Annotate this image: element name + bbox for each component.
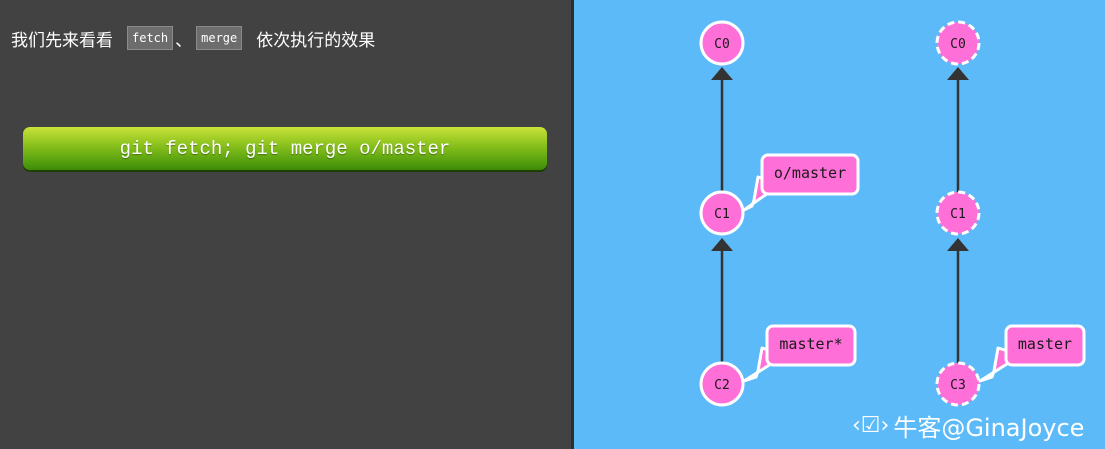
commit-graph: C0 C1 C2 o/master master* C0 C1 C3 maste… (699, 20, 1086, 407)
graph-after: C0 C1 C3 master (935, 20, 1086, 407)
branch-o-master[interactable]: o/master (742, 153, 860, 212)
branch-label: o/master (774, 164, 846, 182)
branch-label: master* (779, 335, 842, 353)
arrowhead-icon (711, 238, 733, 251)
commit-label: C0 (950, 37, 966, 52)
commit-label: C1 (714, 207, 730, 222)
branch-label: master (1018, 335, 1072, 353)
branch-master-head[interactable]: master* (742, 324, 857, 383)
watermark-text: 牛客@GinaJoyce (893, 413, 1085, 442)
arrowhead-icon (711, 67, 733, 80)
commit-c2[interactable]: C2 (699, 361, 745, 407)
commit-label: C1 (950, 207, 966, 222)
niuke-logo-icon: ‹☑› (852, 412, 890, 438)
watermark: ‹☑› 牛客@GinaJoyce (852, 408, 1084, 442)
graph-before: C0 C1 C2 o/master master* (699, 20, 860, 407)
arrowhead-icon (947, 238, 969, 251)
commit-c0-preview[interactable]: C0 (935, 20, 981, 66)
commit-c1[interactable]: C1 (699, 190, 745, 236)
commit-c3-preview[interactable]: C3 (935, 361, 981, 407)
branch-master-preview[interactable]: master (978, 324, 1086, 383)
commit-label: C3 (950, 378, 966, 393)
arrowhead-icon (947, 67, 969, 80)
commit-c1-preview[interactable]: C1 (935, 190, 981, 236)
commit-c0[interactable]: C0 (699, 20, 745, 66)
commit-label: C0 (714, 37, 730, 52)
commit-label: C2 (714, 378, 730, 393)
